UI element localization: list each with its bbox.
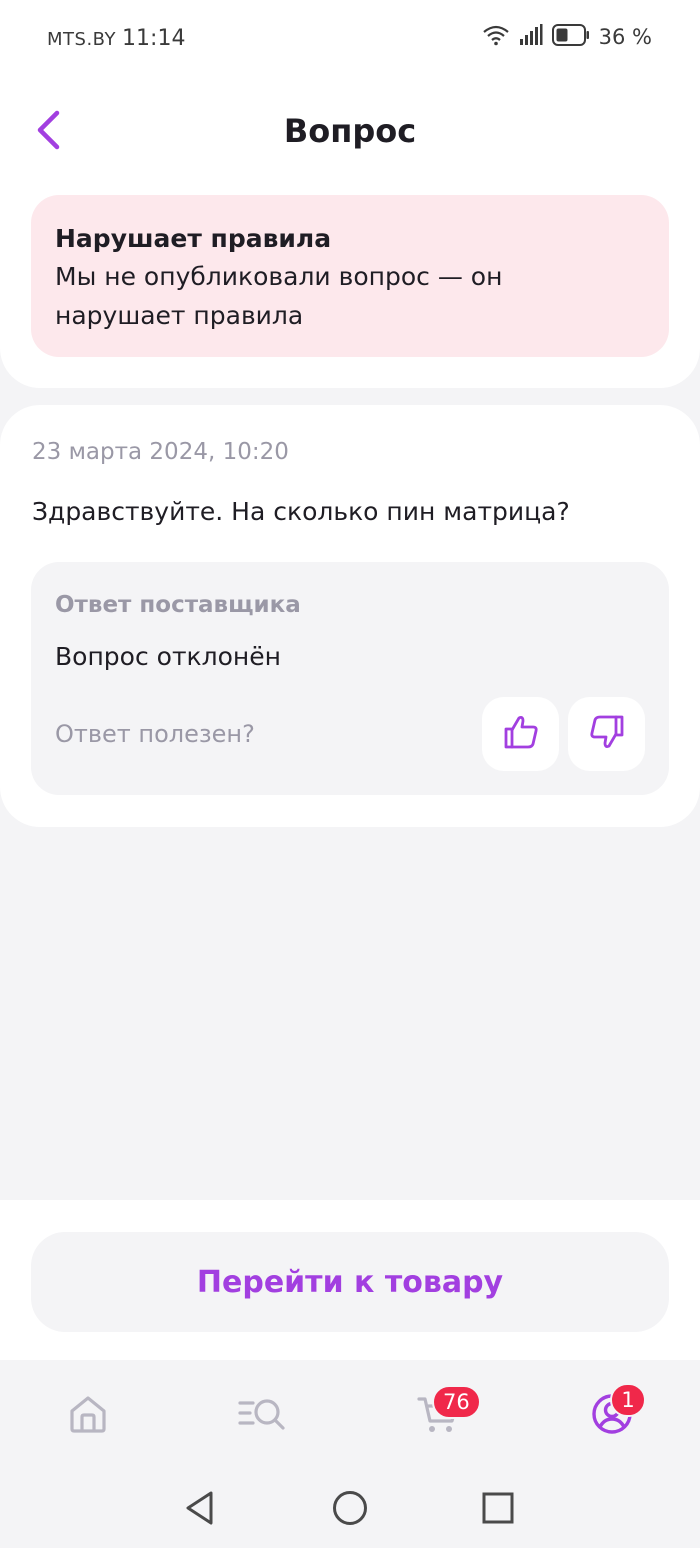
home-icon: [67, 1393, 109, 1439]
thumbs-up-icon: [502, 713, 540, 755]
signal-icon: [519, 24, 543, 50]
profile-count-badge: 1: [610, 1383, 646, 1417]
thumbs-down-icon: [588, 713, 626, 755]
bottom-nav: 76 1: [0, 1362, 700, 1470]
system-recents-button[interactable]: [476, 1488, 520, 1532]
thumbs-up-button[interactable]: [482, 697, 559, 771]
nav-catalog[interactable]: [222, 1384, 302, 1448]
alert-text-line: Мы не опубликовали вопрос — он: [55, 262, 503, 291]
alert-card: Нарушает правила Мы не опубликовали вопр…: [0, 188, 700, 388]
thumbs-down-button[interactable]: [568, 697, 645, 771]
system-home-button[interactable]: [328, 1488, 372, 1532]
question-text: Здравствуйте. На сколько пин матрица?: [32, 497, 570, 526]
system-nav: [0, 1470, 700, 1548]
circle-home-icon: [331, 1489, 369, 1531]
catalog-search-icon: [237, 1394, 287, 1438]
square-recents-icon: [481, 1491, 515, 1529]
rules-violation-alert: Нарушает правила Мы не опубликовали вопр…: [31, 195, 669, 357]
answer-label: Ответ поставщика: [55, 592, 301, 618]
alert-title: Нарушает правила: [55, 224, 332, 253]
cart-count-badge: 76: [432, 1385, 481, 1419]
alert-text-line: нарушает правила: [55, 301, 304, 330]
alert-text: Мы не опубликовали вопрос — он нарушает …: [55, 257, 645, 335]
carrier-name: MTS.BY: [47, 29, 117, 50]
nav-profile[interactable]: 1: [572, 1383, 652, 1448]
system-back-button[interactable]: [178, 1488, 222, 1532]
status-right: 36 %: [482, 24, 652, 50]
supplier-answer: Ответ поставщика Вопрос отклонён Ответ п…: [31, 562, 669, 795]
status-time: 11:14: [122, 26, 186, 51]
page-title: Вопрос: [283, 112, 417, 150]
question-card: 23 марта 2024, 10:20 Здравствуйте. На ск…: [0, 405, 700, 827]
go-to-product-button[interactable]: Перейти к товару: [31, 1232, 669, 1332]
nav-cart[interactable]: 76: [398, 1384, 481, 1448]
status-left: MTS.BY 11:14: [47, 26, 185, 51]
action-area: Перейти к товару: [0, 1200, 700, 1360]
question-date: 23 марта 2024, 10:20: [32, 439, 289, 465]
helpful-prompt: Ответ полезен?: [55, 720, 255, 748]
triangle-back-icon: [183, 1490, 217, 1530]
nav-home[interactable]: [48, 1384, 128, 1448]
battery-percent: 36 %: [598, 25, 652, 49]
status-bar: MTS.BY 11:14 36 %: [0, 0, 700, 80]
answer-text: Вопрос отклонён: [55, 642, 281, 671]
header: Вопрос: [0, 80, 700, 190]
battery-icon: [551, 24, 590, 50]
wifi-icon: [482, 24, 510, 50]
